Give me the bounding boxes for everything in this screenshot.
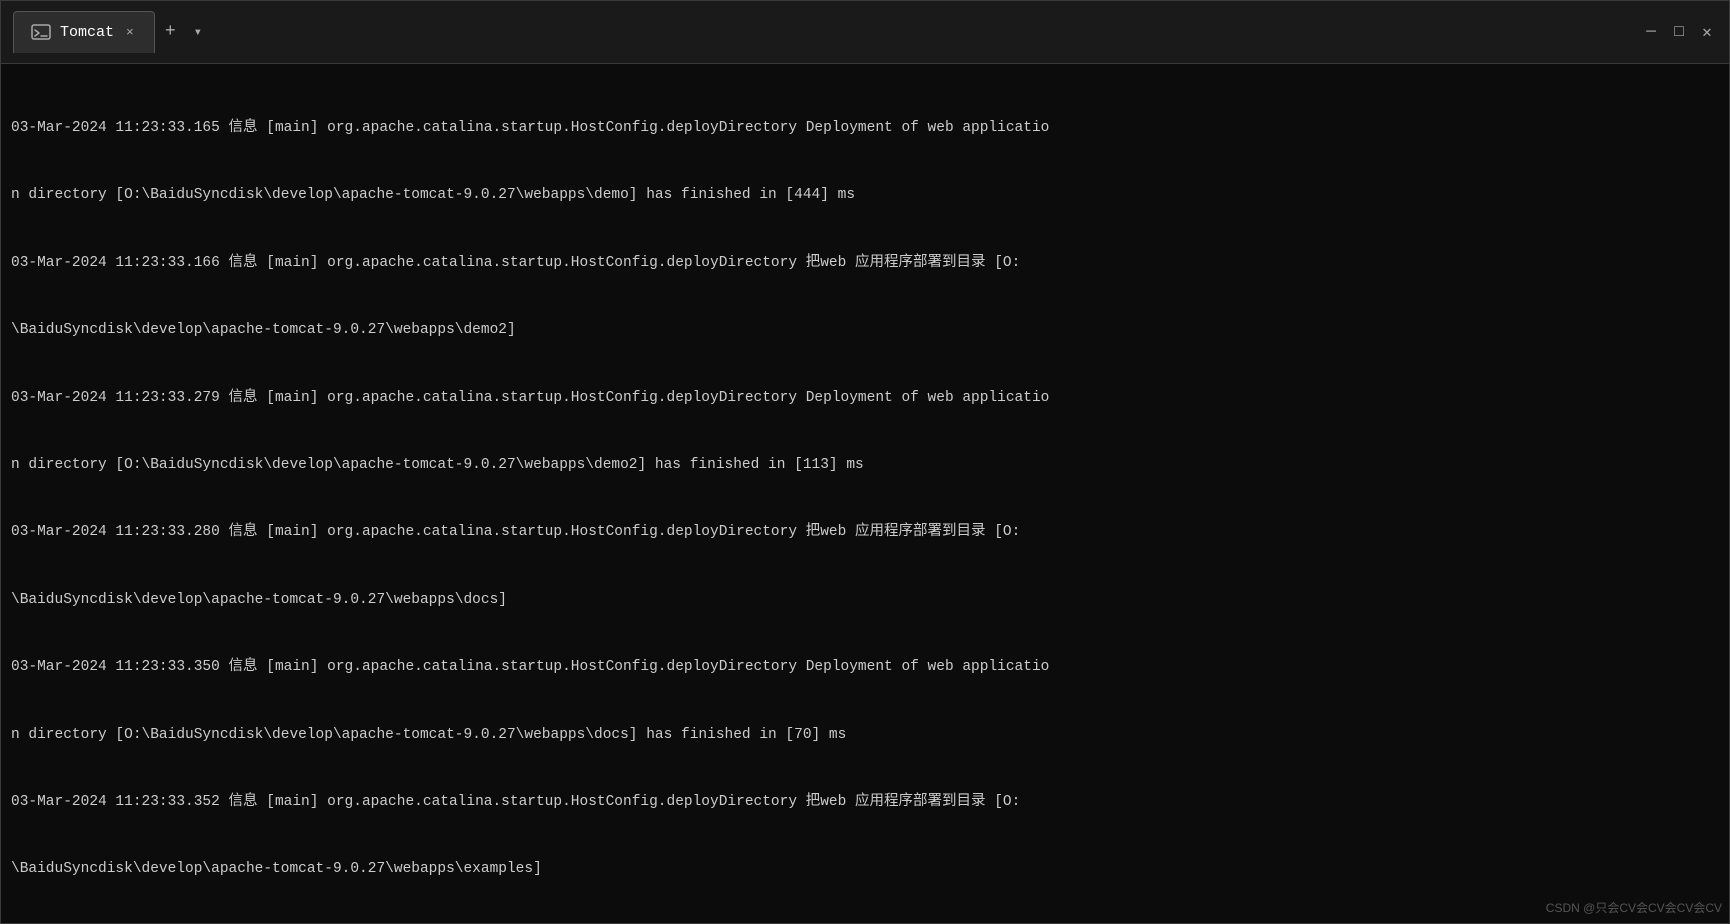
log-line: n directory [O:\BaiduSyncdisk\develop\ap… [11,184,1719,206]
tab-tomcat[interactable]: Tomcat × [13,11,155,53]
close-window-button[interactable]: ✕ [1697,22,1717,42]
log-line: \BaiduSyncdisk\develop\apache-tomcat-9.0… [11,858,1719,880]
maximize-button[interactable]: □ [1669,22,1689,42]
window-controls: ─ □ ✕ [1641,22,1717,42]
log-line: n directory [O:\BaiduSyncdisk\develop\ap… [11,454,1719,476]
tab-close-button[interactable]: × [122,23,138,42]
log-line: 03-Mar-2024 11:23:33.166 信息 [main] org.a… [11,252,1719,274]
terminal-output: 03-Mar-2024 11:23:33.165 信息 [main] org.a… [1,64,1729,923]
tab-dropdown-button[interactable]: ▾ [186,20,210,45]
new-tab-button[interactable]: + [155,18,186,46]
log-line: \BaiduSyncdisk\develop\apache-tomcat-9.0… [11,589,1719,611]
log-line: 03-Mar-2024 11:23:33.350 信息 [main] org.a… [11,656,1719,678]
log-line: n directory [O:\BaiduSyncdisk\develop\ap… [11,724,1719,746]
terminal-window: Tomcat × + ▾ ─ □ ✕ 03-Mar-2024 11:23:33.… [0,0,1730,924]
log-line: 03-Mar-2024 11:23:33.352 信息 [main] org.a… [11,791,1719,813]
tab-area: Tomcat × + ▾ [13,11,210,53]
title-bar: Tomcat × + ▾ ─ □ ✕ [1,1,1729,64]
log-line: 03-Mar-2024 11:23:33.165 信息 [main] org.a… [11,117,1719,139]
log-line: 03-Mar-2024 11:23:33.279 信息 [main] org.a… [11,387,1719,409]
minimize-button[interactable]: ─ [1641,22,1661,42]
log-line: 03-Mar-2024 11:23:33.280 信息 [main] org.a… [11,521,1719,543]
title-bar-left: Tomcat × + ▾ [13,11,210,53]
tab-title: Tomcat [60,24,114,41]
log-line: \BaiduSyncdisk\develop\apache-tomcat-9.0… [11,319,1719,341]
terminal-icon [30,22,52,44]
